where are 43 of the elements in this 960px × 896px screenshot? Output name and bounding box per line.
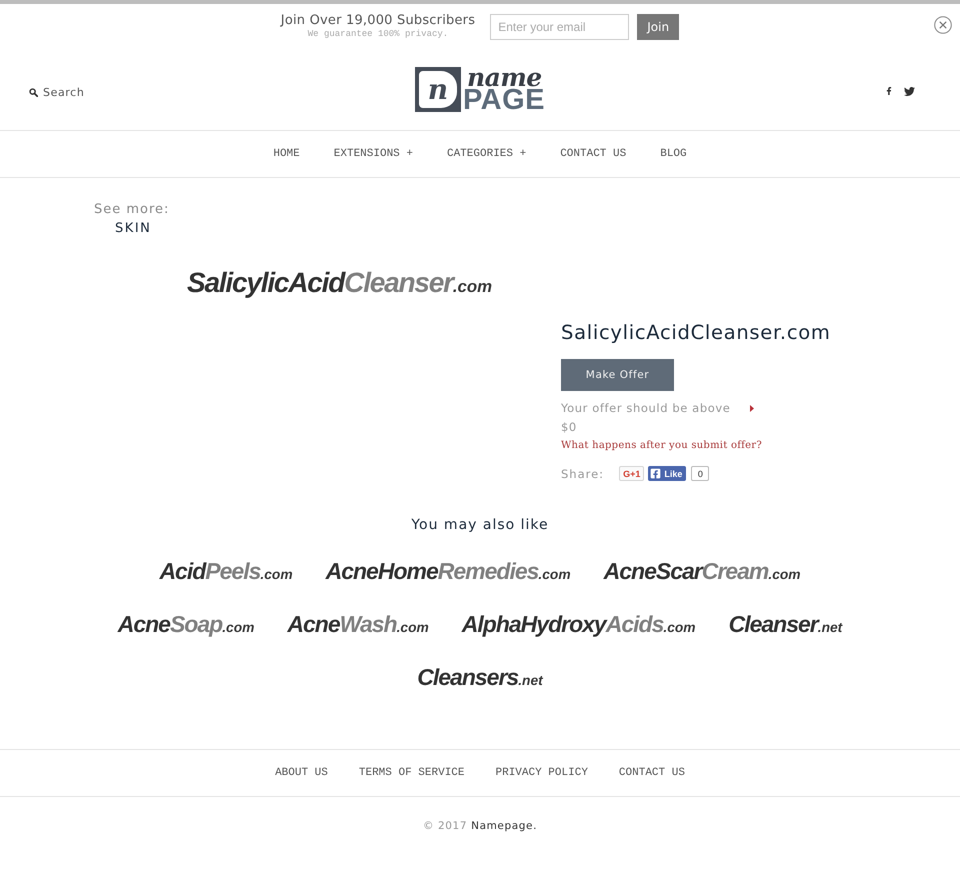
product-title: SalicylicAcidCleanser.com [561,321,831,345]
nav-link[interactable]: CATEGORIES + [446,148,526,160]
domain-logo-link[interactable]: AcneScarCream.com [604,560,801,583]
email-input[interactable]: Enter your email [490,14,630,40]
google-plus-button[interactable]: G+1 [619,466,644,481]
brand-link[interactable]: Namepage. [471,820,538,832]
offer-note: Your offer should be above [561,400,730,416]
minimum-price: $0 [561,419,577,436]
nav-link[interactable]: CONTACT US [560,148,626,160]
see-more-label: See more: [94,201,170,219]
related-heading: You may also like [411,516,549,534]
domain-logo-link[interactable]: AlphaHydroxyAcids.com [462,613,696,636]
facebook-icon [650,468,662,479]
search-link[interactable]: Search [29,86,84,98]
nav-link[interactable]: EXTENSIONS + [334,148,413,160]
footer-link[interactable]: PRIVACY POLICY [496,767,588,779]
domain-logo-link[interactable]: AcneWash.com [287,613,429,636]
help-link[interactable]: What happens after you submit offer? [561,438,762,454]
category-link[interactable]: SKIN [115,219,152,239]
domain-logo-link[interactable]: AcneHomeRemedies.com [326,560,571,583]
footer-link[interactable]: TERMS OF SERVICE [358,767,464,779]
nav-link[interactable]: BLOG [660,148,687,160]
like-button[interactable]: Like [648,466,686,481]
domain-logo-link[interactable]: AcidPeels.com [159,560,293,583]
domain-logo-link[interactable]: Cleanser.net [728,613,842,636]
make-offer-button[interactable]: Make Offer [561,359,674,391]
search-icon [29,88,38,96]
like-count: 0 [691,466,710,481]
facebook-icon[interactable] [885,87,893,95]
join-button[interactable]: Join [637,14,680,40]
footer-link[interactable]: CONTACT US [618,767,685,779]
privacy-note: We guarantee 100% privacy. [308,28,448,40]
subscribe-heading: Join Over 19,000 Subscribers [280,12,476,28]
copyright-text: © 2017 [422,820,468,832]
caret-icon [750,404,754,412]
close-icon[interactable] [934,16,952,34]
twitter-icon[interactable] [904,86,915,96]
footer-link[interactable]: ABOUT US [275,767,328,779]
share-label: Share: [561,466,604,480]
domain-logo-link[interactable]: AcneSoap.com [118,613,254,636]
product-logo: SalicylicAcidCleanser.com [187,269,492,297]
nav-link[interactable]: HOME [273,148,300,160]
domain-logo-link[interactable]: Cleansers.net [417,666,543,689]
